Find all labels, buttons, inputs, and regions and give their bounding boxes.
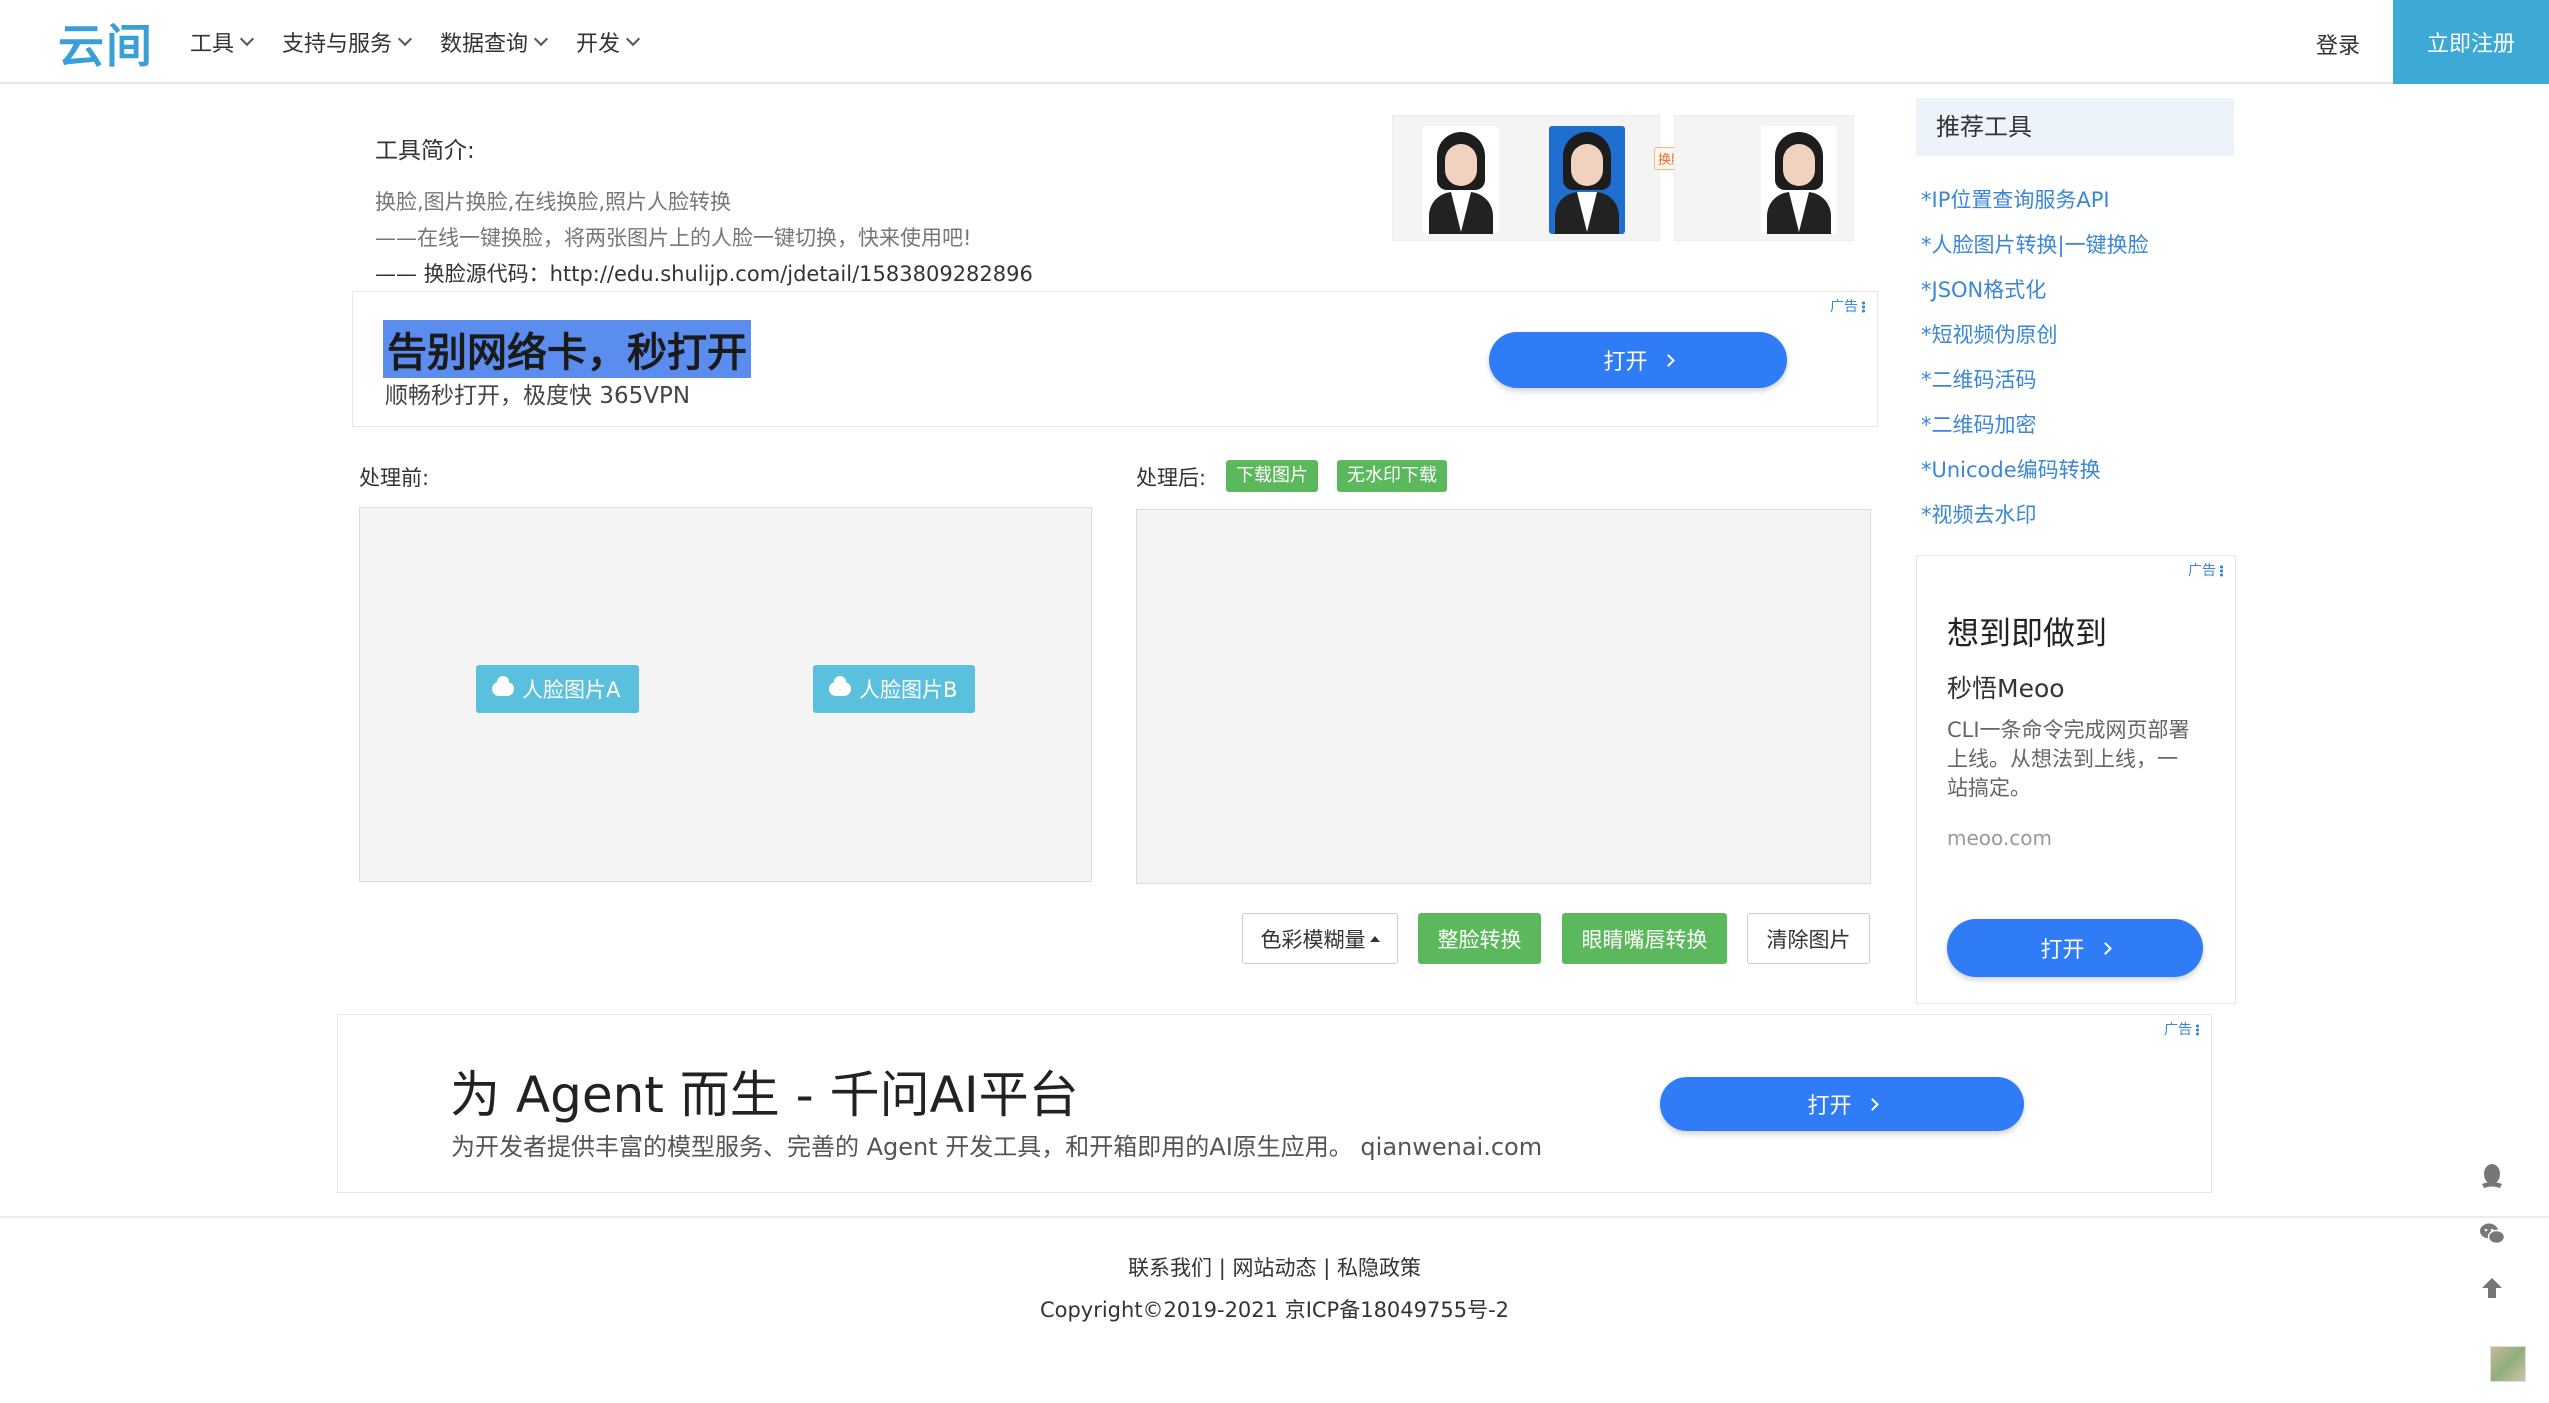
- ad-mark-label: 广告: [2164, 1022, 2192, 1038]
- upload-face-b-button[interactable]: 人脸图片B: [813, 665, 975, 713]
- color-blur-dropdown[interactable]: 色彩模糊量: [1242, 913, 1398, 964]
- nav-support-label: 支持与服务: [282, 32, 393, 57]
- sidebar-link-short-video[interactable]: *短视频伪原创: [1921, 319, 2058, 349]
- more-icon: [2196, 1024, 2199, 1036]
- chevron-down-icon: [533, 31, 549, 47]
- ad-bottom-open-button[interactable]: 打开: [1660, 1077, 2024, 1131]
- ad-top-subtitle: 顺畅秒打开，极度快 365VPN: [385, 383, 691, 409]
- sidebar-link-live-qr[interactable]: *二维码活码: [1921, 364, 2037, 394]
- thumbnail-image[interactable]: [2490, 1346, 2526, 1382]
- nav-develop[interactable]: 开发: [576, 26, 641, 58]
- ad-bottom-subtitle: 为开发者提供丰富的模型服务、完善的 Agent 开发工具，和开箱即用的AI原生应…: [451, 1133, 1543, 1161]
- sidebar-link-face-swap[interactable]: *人脸图片转换|一键换脸: [1921, 229, 2149, 259]
- caret-up-icon: [1369, 935, 1380, 942]
- ad-bottom-title: 为 Agent 而生 - 千问AI平台: [450, 1066, 1079, 1124]
- ad-side-description: CLI一条命令完成网页部署上线。从想法到上线，一站搞定。: [1947, 718, 2190, 800]
- ad-banner-bottom[interactable]: 广告 为 Agent 而生 - 千问AI平台 为开发者提供丰富的模型服务、完善的…: [337, 1014, 2212, 1193]
- face-photo-b: [1549, 126, 1625, 234]
- face-photo-a: [1423, 126, 1499, 234]
- site-footer: 联系我们 | 网站动态 | 私隐政策 Copyright©2019-2021 京…: [0, 1216, 2549, 1403]
- color-blur-label: 色彩模糊量: [1260, 927, 1366, 952]
- download-no-watermark-button[interactable]: 无水印下载: [1337, 460, 1447, 492]
- upload-face-a-label: 人脸图片A: [522, 678, 621, 702]
- intro-title: 工具简介:: [375, 138, 475, 164]
- ad-top-open-label: 打开: [1603, 350, 1648, 375]
- download-image-button[interactable]: 下载图片: [1226, 460, 1318, 492]
- intro-description: ——在线一键换脸，将两张图片上的人脸一键切换，快来使用吧!: [375, 226, 972, 250]
- upload-face-a-button[interactable]: 人脸图片A: [476, 665, 639, 713]
- chevron-down-icon: [239, 31, 255, 47]
- nav-support[interactable]: 支持与服务: [282, 26, 413, 58]
- ad-side-brand: 秒悟Meoo: [1947, 674, 2065, 703]
- nav-tools-label: 工具: [190, 32, 235, 57]
- after-label: 处理后:: [1136, 466, 1207, 490]
- more-icon: [1862, 301, 1865, 313]
- face-photo-result: [1761, 126, 1837, 234]
- ad-mark[interactable]: 广告: [2164, 1019, 2199, 1039]
- clear-images-button[interactable]: 清除图片: [1747, 913, 1870, 964]
- ad-bottom-open-label: 打开: [1807, 1094, 1852, 1119]
- site-logo[interactable]: 云间: [58, 10, 154, 76]
- intro-source-link[interactable]: —— 换脸源代码：http://edu.shulijp.com/jdetail/…: [375, 258, 1033, 288]
- ad-side-open-button[interactable]: 打开: [1947, 919, 2203, 977]
- footer-privacy-link[interactable]: 私隐政策: [1337, 1256, 1421, 1280]
- cloud-upload-icon: [829, 676, 851, 696]
- chevron-right-icon: [1865, 1097, 1879, 1111]
- result-photo: [1674, 115, 1854, 241]
- chevron-down-icon: [625, 31, 641, 47]
- cloud-upload-icon: [492, 676, 514, 696]
- before-image-pane: [359, 507, 1092, 882]
- source-photos: [1392, 115, 1660, 241]
- sidebar-link-qr-encrypt[interactable]: *二维码加密: [1921, 409, 2037, 439]
- ad-mark-label: 广告: [2188, 563, 2216, 579]
- ad-mark-label: 广告: [1830, 299, 1858, 315]
- upload-face-b-label: 人脸图片B: [859, 678, 958, 702]
- footer-contact-link[interactable]: 联系我们: [1128, 1256, 1212, 1280]
- top-header: 云间 工具 支持与服务 数据查询 开发 登录 立即注册: [0, 0, 2549, 84]
- after-image-pane: [1136, 509, 1871, 884]
- footer-news-link[interactable]: 网站动态: [1233, 1256, 1317, 1280]
- qq-icon[interactable]: [2478, 1162, 2506, 1190]
- main-nav: 工具 支持与服务 数据查询 开发: [190, 0, 668, 84]
- chevron-down-icon: [397, 31, 413, 47]
- sidebar-link-video-watermark[interactable]: *视频去水印: [1921, 499, 2037, 529]
- before-label: 处理前:: [359, 466, 430, 490]
- sidebar-link-ip-api[interactable]: *IP位置查询服务API: [1921, 184, 2110, 214]
- chevron-right-icon: [2098, 941, 2112, 955]
- ad-banner-side[interactable]: 广告 想到即做到 秒悟Meoo CLI一条命令完成网页部署上线。从想法到上线，一…: [1916, 555, 2236, 1004]
- ad-side-url: meoo.com: [1947, 826, 2052, 850]
- ad-side-title: 想到即做到: [1947, 614, 2108, 652]
- eyes-lips-swap-button[interactable]: 眼睛嘴唇转换: [1562, 913, 1727, 964]
- nav-tools[interactable]: 工具: [190, 26, 255, 58]
- copyright-text: Copyright©2019-2021 京ICP备18049755号-2: [1039, 1298, 1510, 1322]
- footer-links: 联系我们 | 网站动态 | 私隐政策: [0, 1252, 2549, 1282]
- login-link[interactable]: 登录: [2316, 28, 2360, 60]
- ad-mark[interactable]: 广告: [1830, 296, 1865, 316]
- ad-mark[interactable]: 广告: [2188, 560, 2223, 580]
- nav-data-query-label: 数据查询: [440, 32, 529, 57]
- example-photos: 换脸效果: [1392, 115, 1854, 241]
- whole-face-swap-button[interactable]: 整脸转换: [1418, 913, 1541, 964]
- wechat-icon[interactable]: [2478, 1220, 2506, 1248]
- footer-separator: |: [1218, 1256, 1226, 1280]
- ad-top-title: 告别网络卡，秒打开: [383, 320, 751, 378]
- intro-keywords: 换脸,图片换脸,在线换脸,照片人脸转换: [375, 190, 732, 214]
- ad-banner-top[interactable]: 广告 告别网络卡，秒打开 顺畅秒打开，极度快 365VPN 打开: [352, 291, 1878, 427]
- nav-develop-label: 开发: [576, 32, 621, 57]
- arrow-up-icon[interactable]: [2478, 1274, 2506, 1302]
- sidebar-link-unicode[interactable]: *Unicode编码转换: [1921, 454, 2101, 484]
- chevron-right-icon: [1661, 353, 1675, 367]
- more-icon: [2220, 565, 2223, 577]
- footer-separator: |: [1323, 1256, 1331, 1280]
- recommended-tools-heading: 推荐工具: [1916, 98, 2234, 156]
- register-button[interactable]: 立即注册: [2393, 0, 2549, 84]
- ad-top-open-button[interactable]: 打开: [1489, 332, 1787, 388]
- ad-side-open-label: 打开: [2040, 938, 2085, 963]
- nav-data-query[interactable]: 数据查询: [440, 26, 549, 58]
- sidebar-link-json[interactable]: *JSON格式化: [1921, 274, 2046, 304]
